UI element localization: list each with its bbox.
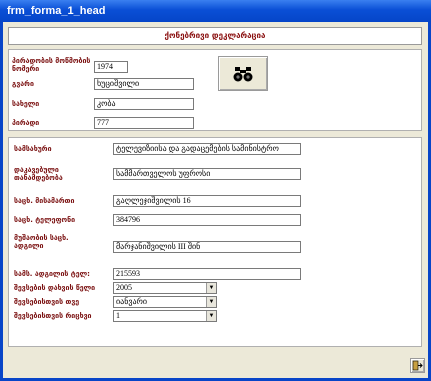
- chevron-down-icon[interactable]: ▼: [206, 283, 216, 293]
- address-field[interactable]: გაღლეჯიშვილის 16: [113, 195, 301, 207]
- name-field[interactable]: კობა: [94, 98, 194, 110]
- day-label: შევსებისთვის რიცხვი: [14, 312, 92, 320]
- month-label: შევსებისთვის თვე: [14, 298, 80, 306]
- organization-field[interactable]: ტელევიზიისა და გადაცემების სამინისტრო: [113, 143, 301, 155]
- exit-button[interactable]: [410, 358, 425, 373]
- month-select[interactable]: იანვარი ▼: [113, 296, 217, 308]
- phone-label: საცხ. ტელეფონი: [14, 216, 76, 224]
- search-button[interactable]: [218, 56, 268, 91]
- id-number-label: პირადობის მოწმობის ნომერი: [12, 57, 91, 73]
- position-label: დაკავებული თანამდებობა: [14, 166, 63, 182]
- phone-field[interactable]: 384796: [113, 214, 301, 226]
- binoculars-icon: [233, 66, 253, 81]
- address-label: საცხ. მისამართი: [14, 197, 75, 205]
- personal-code-field[interactable]: 777: [94, 117, 194, 129]
- year-select[interactable]: 2005 ▼: [113, 282, 217, 294]
- work-phone-label: სამს. ადგილის ტელ:: [14, 270, 90, 278]
- window-title: frm_forma_1_head: [0, 0, 431, 22]
- position-field[interactable]: სამმართველოს უფროსი: [113, 168, 301, 180]
- form-header: ქონებრივი დეკლარაცია: [8, 27, 422, 45]
- chevron-down-icon[interactable]: ▼: [206, 297, 216, 307]
- chevron-down-icon[interactable]: ▼: [206, 311, 216, 321]
- personal-code-label: პირადი: [12, 119, 40, 127]
- surname-field[interactable]: ხუციშვილი: [94, 78, 194, 90]
- day-select[interactable]: 1 ▼: [113, 310, 217, 322]
- day-value: 1: [116, 311, 120, 320]
- id-number-field[interactable]: 1974: [94, 61, 128, 73]
- workplace-label: მუშაობის საცხ. ადგილი: [14, 234, 69, 250]
- year-value: 2005: [116, 283, 132, 292]
- organization-label: სამსახური: [14, 145, 52, 153]
- workplace-field[interactable]: მარჯანიშვილის III შინ: [113, 241, 301, 253]
- name-label: სახელი: [12, 100, 40, 108]
- surname-label: გვარი: [12, 80, 34, 88]
- exit-door-icon: [412, 360, 423, 371]
- work-phone-field[interactable]: 215593: [113, 268, 301, 280]
- year-label: შევსების დახვის წელი: [14, 284, 96, 292]
- month-value: იანვარი: [116, 297, 148, 306]
